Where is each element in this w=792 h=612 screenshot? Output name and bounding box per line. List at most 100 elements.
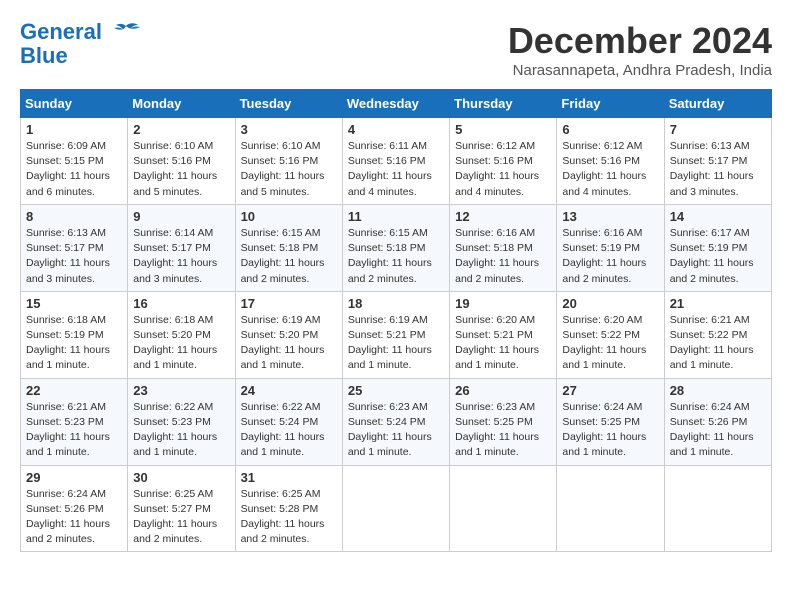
week-row-3: 15 Sunrise: 6:18 AMSunset: 5:19 PMDayligh…: [21, 291, 772, 378]
day-info: Sunrise: 6:17 AMSunset: 5:19 PMDaylight:…: [670, 226, 766, 287]
day-info: Sunrise: 6:11 AMSunset: 5:16 PMDaylight:…: [348, 139, 444, 200]
logo-bird-icon: [110, 22, 142, 44]
day-number: 8: [26, 209, 122, 224]
day-number: 12: [455, 209, 551, 224]
day-cell-24: 24 Sunrise: 6:22 AMSunset: 5:24 PMDayligh…: [235, 378, 342, 465]
day-number: 6: [562, 122, 658, 137]
page-header: General Blue December 2024 Narasannapeta…: [20, 20, 772, 79]
day-number: 11: [348, 209, 444, 224]
day-info: Sunrise: 6:19 AMSunset: 5:21 PMDaylight:…: [348, 313, 444, 374]
day-cell-23: 23Sunrise: 6:22 AMSunset: 5:23 PMDayligh…: [128, 378, 235, 465]
day-info: Sunrise: 6:15 AMSunset: 5:18 PMDaylight:…: [241, 226, 337, 287]
day-number: 16: [133, 296, 229, 311]
day-info: Sunrise: 6:20 AMSunset: 5:21 PMDaylight:…: [455, 313, 551, 374]
logo-text: General: [20, 20, 142, 44]
day-info: Sunrise: 6:10 AMSunset: 5:16 PMDaylight:…: [241, 139, 337, 200]
day-number: 7: [670, 122, 766, 137]
weekday-header-sunday: Sunday: [21, 90, 128, 118]
calendar-table: SundayMondayTuesdayWednesdayThursdayFrid…: [20, 89, 772, 552]
day-cell-8: 8 Sunrise: 6:13 AMSunset: 5:17 PMDaylight…: [21, 204, 128, 291]
day-info: Sunrise: 6:21 AMSunset: 5:22 PMDaylight:…: [670, 313, 766, 374]
day-cell-13: 13 Sunrise: 6:16 AMSunset: 5:19 PMDayligh…: [557, 204, 664, 291]
day-info: Sunrise: 6:13 AMSunset: 5:17 PMDaylight:…: [26, 226, 122, 287]
empty-cell: [450, 465, 557, 552]
day-cell-25: 25Sunrise: 6:23 AMSunset: 5:24 PMDayligh…: [342, 378, 449, 465]
day-cell-2: 2 Sunrise: 6:10 AMSunset: 5:16 PMDaylight…: [128, 118, 235, 205]
day-cell-18: 18 Sunrise: 6:19 AMSunset: 5:21 PMDayligh…: [342, 291, 449, 378]
day-cell-3: 3 Sunrise: 6:10 AMSunset: 5:16 PMDaylight…: [235, 118, 342, 205]
day-cell-16: 16 Sunrise: 6:18 AMSunset: 5:20 PMDayligh…: [128, 291, 235, 378]
day-number: 3: [241, 122, 337, 137]
weekday-header-tuesday: Tuesday: [235, 90, 342, 118]
day-info: Sunrise: 6:18 AMSunset: 5:19 PMDaylight:…: [26, 313, 122, 374]
day-info: Sunrise: 6:24 AMSunset: 5:26 PMDaylight:…: [670, 400, 766, 461]
logo-general: General: [20, 19, 102, 44]
day-cell-11: 11Sunrise: 6:15 AMSunset: 5:18 PMDayligh…: [342, 204, 449, 291]
weekday-header-saturday: Saturday: [664, 90, 771, 118]
day-info: Sunrise: 6:25 AMSunset: 5:27 PMDaylight:…: [133, 487, 229, 548]
day-cell-4: 4Sunrise: 6:11 AMSunset: 5:16 PMDaylight…: [342, 118, 449, 205]
week-row-4: 22Sunrise: 6:21 AMSunset: 5:23 PMDayligh…: [21, 378, 772, 465]
week-row-2: 8 Sunrise: 6:13 AMSunset: 5:17 PMDaylight…: [21, 204, 772, 291]
week-row-5: 29 Sunrise: 6:24 AMSunset: 5:26 PMDayligh…: [21, 465, 772, 552]
day-info: Sunrise: 6:19 AMSunset: 5:20 PMDaylight:…: [241, 313, 337, 374]
day-cell-12: 12 Sunrise: 6:16 AMSunset: 5:18 PMDayligh…: [450, 204, 557, 291]
day-number: 19: [455, 296, 551, 311]
day-info: Sunrise: 6:16 AMSunset: 5:19 PMDaylight:…: [562, 226, 658, 287]
day-info: Sunrise: 6:24 AMSunset: 5:26 PMDaylight:…: [26, 487, 122, 548]
day-cell-26: 26Sunrise: 6:23 AMSunset: 5:25 PMDayligh…: [450, 378, 557, 465]
day-info: Sunrise: 6:24 AMSunset: 5:25 PMDaylight:…: [562, 400, 658, 461]
day-info: Sunrise: 6:10 AMSunset: 5:16 PMDaylight:…: [133, 139, 229, 200]
day-info: Sunrise: 6:16 AMSunset: 5:18 PMDaylight:…: [455, 226, 551, 287]
day-number: 25: [348, 383, 444, 398]
logo: General Blue: [20, 20, 142, 68]
day-number: 28: [670, 383, 766, 398]
day-info: Sunrise: 6:13 AMSunset: 5:17 PMDaylight:…: [670, 139, 766, 200]
day-number: 18: [348, 296, 444, 311]
day-cell-7: 7 Sunrise: 6:13 AMSunset: 5:17 PMDaylight…: [664, 118, 771, 205]
day-info: Sunrise: 6:22 AMSunset: 5:24 PMDaylight:…: [241, 400, 337, 461]
day-cell-14: 14 Sunrise: 6:17 AMSunset: 5:19 PMDayligh…: [664, 204, 771, 291]
day-number: 13: [562, 209, 658, 224]
day-number: 30: [133, 470, 229, 485]
day-number: 10: [241, 209, 337, 224]
day-cell-27: 27 Sunrise: 6:24 AMSunset: 5:25 PMDayligh…: [557, 378, 664, 465]
empty-cell: [664, 465, 771, 552]
day-info: Sunrise: 6:20 AMSunset: 5:22 PMDaylight:…: [562, 313, 658, 374]
day-info: Sunrise: 6:25 AMSunset: 5:28 PMDaylight:…: [241, 487, 337, 548]
day-number: 27: [562, 383, 658, 398]
month-title: December 2024: [508, 20, 772, 62]
day-cell-5: 5Sunrise: 6:12 AMSunset: 5:16 PMDaylight…: [450, 118, 557, 205]
day-cell-9: 9 Sunrise: 6:14 AMSunset: 5:17 PMDaylight…: [128, 204, 235, 291]
day-cell-21: 21 Sunrise: 6:21 AMSunset: 5:22 PMDayligh…: [664, 291, 771, 378]
day-number: 21: [670, 296, 766, 311]
day-number: 2: [133, 122, 229, 137]
day-info: Sunrise: 6:12 AMSunset: 5:16 PMDaylight:…: [562, 139, 658, 200]
day-info: Sunrise: 6:12 AMSunset: 5:16 PMDaylight:…: [455, 139, 551, 200]
day-cell-6: 6 Sunrise: 6:12 AMSunset: 5:16 PMDaylight…: [557, 118, 664, 205]
day-number: 31: [241, 470, 337, 485]
day-cell-19: 19 Sunrise: 6:20 AMSunset: 5:21 PMDayligh…: [450, 291, 557, 378]
day-number: 1: [26, 122, 122, 137]
title-area: December 2024 Narasannapeta, Andhra Prad…: [508, 20, 772, 79]
day-cell-20: 20Sunrise: 6:20 AMSunset: 5:22 PMDayligh…: [557, 291, 664, 378]
day-number: 24: [241, 383, 337, 398]
day-cell-31: 31 Sunrise: 6:25 AMSunset: 5:28 PMDayligh…: [235, 465, 342, 552]
location: Narasannapeta, Andhra Pradesh, India: [508, 62, 772, 79]
week-row-1: 1Sunrise: 6:09 AMSunset: 5:15 PMDaylight…: [21, 118, 772, 205]
day-cell-15: 15 Sunrise: 6:18 AMSunset: 5:19 PMDayligh…: [21, 291, 128, 378]
day-number: 26: [455, 383, 551, 398]
day-number: 15: [26, 296, 122, 311]
day-info: Sunrise: 6:18 AMSunset: 5:20 PMDaylight:…: [133, 313, 229, 374]
day-info: Sunrise: 6:14 AMSunset: 5:17 PMDaylight:…: [133, 226, 229, 287]
weekday-header-monday: Monday: [128, 90, 235, 118]
weekday-header-friday: Friday: [557, 90, 664, 118]
day-number: 22: [26, 383, 122, 398]
weekday-header-row: SundayMondayTuesdayWednesdayThursdayFrid…: [21, 90, 772, 118]
empty-cell: [557, 465, 664, 552]
day-number: 29: [26, 470, 122, 485]
day-cell-1: 1Sunrise: 6:09 AMSunset: 5:15 PMDaylight…: [21, 118, 128, 205]
day-number: 14: [670, 209, 766, 224]
day-number: 9: [133, 209, 229, 224]
day-cell-10: 10 Sunrise: 6:15 AMSunset: 5:18 PMDayligh…: [235, 204, 342, 291]
